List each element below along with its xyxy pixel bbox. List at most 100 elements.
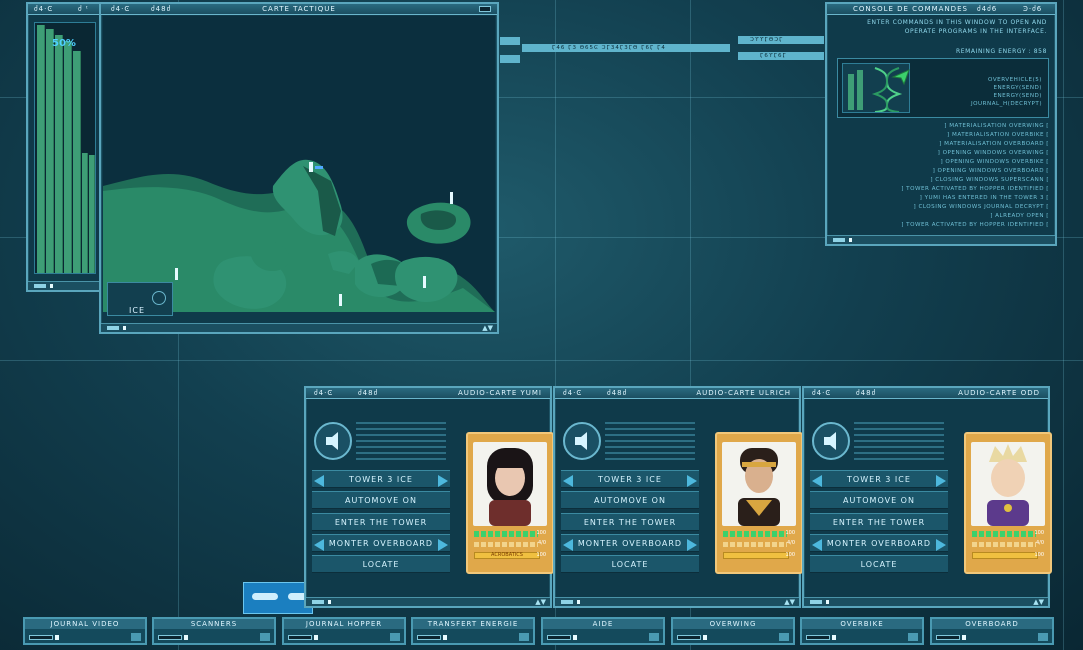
speaker-icon[interactable] <box>812 422 850 460</box>
health-pips <box>723 531 787 537</box>
log-line: ] MATERIALISATION OVERBOARD [ <box>939 141 1049 147</box>
speaker-icon[interactable] <box>314 422 352 460</box>
tower-selector[interactable]: TOWER 3 ICE <box>312 470 450 488</box>
tower-label: TOWER 3 ICE <box>598 475 662 484</box>
dock-knob[interactable] <box>936 635 960 640</box>
arrow-right-icon[interactable] <box>687 475 697 487</box>
health-pips <box>972 531 1036 537</box>
dock-dot <box>573 635 577 640</box>
locate-button[interactable]: LOCATE <box>561 555 699 573</box>
dock-overboard[interactable]: OVERBOARD <box>930 617 1054 645</box>
vehicle-selector[interactable]: MONTER OVERBOARD <box>810 534 948 552</box>
dock-knob[interactable] <box>417 635 441 640</box>
grid-line <box>0 360 1083 361</box>
dock-knob[interactable] <box>806 635 830 640</box>
dock-knob[interactable] <box>158 635 182 640</box>
arrow-right-icon[interactable] <box>438 539 448 551</box>
panel-code: ძ4·Ͼ <box>812 389 832 397</box>
arrow-left-icon[interactable] <box>812 475 822 487</box>
vehicle-selector[interactable]: MONTER OVERBOARD <box>312 534 450 552</box>
dock-knob[interactable] <box>547 635 571 640</box>
tower-selector[interactable]: TOWER 3 ICE <box>810 470 948 488</box>
program-entry[interactable]: ENERGY(SEND) <box>993 93 1042 99</box>
dock-overwing[interactable]: OVERWING <box>671 617 795 645</box>
arrow-left-icon[interactable] <box>563 539 573 551</box>
dock-aide[interactable]: AIDE <box>541 617 665 645</box>
status-knob[interactable] <box>107 326 119 330</box>
map-statusbar: ▲▼ <box>101 323 497 332</box>
dock-knob[interactable] <box>29 635 53 640</box>
health-pips <box>474 531 538 537</box>
automove-button[interactable]: AUTOMOVE ON <box>312 491 450 509</box>
automove-button[interactable]: AUTOMOVE ON <box>561 491 699 509</box>
remaining-energy: REMAINING ENERGY : 858 <box>955 48 1047 55</box>
arrow-right-icon[interactable] <box>438 475 448 487</box>
dock-transfert-energie[interactable]: TRANSFERT ENERGIE <box>411 617 535 645</box>
arrow-left-icon[interactable] <box>314 475 324 487</box>
status-knob[interactable] <box>312 600 324 604</box>
panel-code: ძ4·Ͼ <box>563 389 583 397</box>
dock-overbike[interactable]: OVERBIKE <box>800 617 924 645</box>
dock-dot <box>832 635 836 640</box>
panel-code: ძ48ძ <box>358 389 379 397</box>
dock-journal-hopper[interactable]: JOURNAL HOPPER <box>282 617 406 645</box>
energy-titlebar: ძ4·Ͼ ძ ᵗ <box>28 4 100 15</box>
dock-scanners[interactable]: SCANNERS <box>152 617 276 645</box>
tab-pill[interactable] <box>252 593 278 600</box>
status-knob[interactable] <box>810 600 822 604</box>
program-entry[interactable]: JOURNAL_H(DECRYPT) <box>971 101 1042 107</box>
program-entry[interactable]: OVERVEHICLE(5) <box>988 77 1042 83</box>
console-intro-line: OPERATE PROGRAMS IN THE INTERFACE. <box>904 28 1047 35</box>
speaker-icon[interactable] <box>563 422 601 460</box>
stat-value: 100 <box>785 552 795 558</box>
connector-strip: ϽϒϒӶϑϽӶ <box>738 36 824 44</box>
dock-journal-video[interactable]: JOURNAL VIDEO <box>23 617 147 645</box>
ice-sector-map[interactable] <box>103 16 495 312</box>
card-title: AUDIO-CARTE ODD <box>958 389 1040 397</box>
tower-selector[interactable]: TOWER 3 ICE <box>561 470 699 488</box>
arrow-right-icon[interactable] <box>936 539 946 551</box>
character-portrait-ulrich[interactable]: 100 4/0 100 <box>715 432 803 574</box>
arrow-left-icon[interactable] <box>314 539 324 551</box>
energy-pips <box>723 542 787 547</box>
energy-bar <box>55 35 63 273</box>
vehicle-selector[interactable]: MONTER OVERBOARD <box>561 534 699 552</box>
arrow-left-icon[interactable] <box>812 539 822 551</box>
card-titlebar: ძ4·Ͼ ძ48ძ AUDIO-CARTE YUMI <box>306 388 550 399</box>
connector-label: Ӷ46 Ӷ3 ϑ65Ͼ ϽӶ34Ӷ3Ӷϑ Ӷ6Ӷ Ӷ4 <box>552 45 666 51</box>
hidden-window-tab[interactable] <box>243 582 313 614</box>
resize-icon[interactable]: ▲▼ <box>535 598 546 607</box>
connector-strip <box>500 37 520 45</box>
log-line: ] MATERIALISATION OVERWING [ <box>944 123 1049 129</box>
energy-bar <box>46 29 54 273</box>
arrow-right-icon[interactable] <box>936 475 946 487</box>
dock-dot <box>443 635 447 640</box>
dock-knob[interactable] <box>288 635 312 640</box>
arrow-left-icon[interactable] <box>563 475 573 487</box>
status-knob[interactable] <box>561 600 573 604</box>
status-knob[interactable] <box>34 284 46 288</box>
locate-button[interactable]: LOCATE <box>810 555 948 573</box>
energy-bar <box>73 51 81 273</box>
character-portrait-yumi[interactable]: 100 4/0 ACROBATICS 100 <box>466 432 554 574</box>
connector-label: Ӷ6ϒӶ6Ӷ <box>760 53 787 59</box>
enter-tower-button[interactable]: ENTER THE TOWER <box>810 513 948 531</box>
skill-badge <box>723 552 789 559</box>
automove-button[interactable]: AUTOMOVE ON <box>810 491 948 509</box>
dock-end <box>908 633 918 641</box>
window-button[interactable] <box>479 6 491 12</box>
status-dot <box>577 600 580 604</box>
status-knob[interactable] <box>833 238 845 242</box>
resize-icon[interactable]: ▲▼ <box>482 324 493 333</box>
locate-button[interactable]: LOCATE <box>312 555 450 573</box>
program-entry[interactable]: ENERGY(SEND) <box>993 85 1042 91</box>
enter-tower-button[interactable]: ENTER THE TOWER <box>561 513 699 531</box>
character-portrait-odd[interactable]: 100 4/0 100 <box>964 432 1052 574</box>
dock-knob[interactable] <box>677 635 701 640</box>
console-titlebar: CONSOLE DE COMMANDES ძ4ძ6 Ͽ·ძ6 <box>827 4 1055 15</box>
enter-tower-button[interactable]: ENTER THE TOWER <box>312 513 450 531</box>
dock-end <box>779 633 789 641</box>
arrow-right-icon[interactable] <box>687 539 697 551</box>
resize-icon[interactable]: ▲▼ <box>1033 598 1044 607</box>
resize-icon[interactable]: ▲▼ <box>784 598 795 607</box>
